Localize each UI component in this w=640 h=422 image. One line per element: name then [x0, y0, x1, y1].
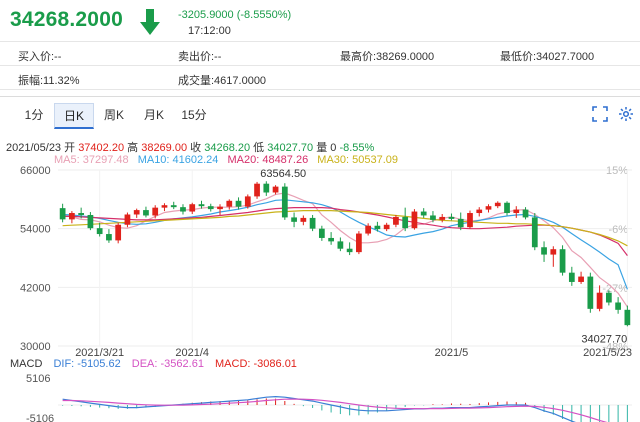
- candle-body: [272, 186, 279, 193]
- candle-body: [235, 200, 242, 207]
- candle-body: [133, 210, 140, 215]
- y-tick-label: 30000: [20, 341, 51, 353]
- candle-body: [522, 209, 529, 218]
- macd-tick-label: -5106: [26, 413, 54, 422]
- macd-value: MACD: -3086.01: [215, 358, 297, 370]
- candle-body: [578, 276, 584, 282]
- candle-body: [596, 292, 603, 309]
- candle-body: [78, 213, 85, 215]
- candle-body: [615, 302, 621, 310]
- candle-body: [96, 228, 103, 235]
- dif-value: DIF: -5105.62: [53, 358, 121, 370]
- candle-body: [439, 216, 446, 220]
- candle-body: [198, 204, 205, 207]
- y-tick-label: 54000: [20, 224, 51, 236]
- candle-body: [59, 208, 66, 220]
- dea-value: DEA: -3562.61: [131, 358, 204, 370]
- candle-body: [328, 237, 334, 242]
- candle-body: [494, 202, 501, 207]
- candle-body: [476, 209, 483, 214]
- candle-body: [170, 205, 177, 208]
- candle-body: [374, 225, 381, 230]
- y-tick-label: 42000: [20, 282, 51, 294]
- x-tick-label: 2021/5: [435, 347, 469, 359]
- candle-body: [457, 218, 464, 228]
- candle-body: [106, 234, 112, 241]
- candle-body: [624, 309, 631, 326]
- candle-body: [568, 272, 575, 282]
- pct-tick-label: -6%: [608, 224, 628, 236]
- y-tick-label: 66000: [20, 165, 51, 177]
- candle-body: [263, 183, 270, 193]
- candle-body: [559, 249, 566, 273]
- dif-line: [62, 395, 576, 422]
- candle-body: [226, 200, 233, 207]
- x-tick-label: 2021/5/23: [583, 347, 632, 359]
- candle-body: [402, 216, 409, 229]
- candle-body: [161, 205, 168, 208]
- candle-body: [448, 216, 455, 219]
- candle-body: [254, 183, 260, 197]
- candle-body: [504, 202, 510, 214]
- candle-body: [411, 211, 418, 229]
- candle-body: [605, 292, 612, 303]
- candle-body: [115, 224, 122, 241]
- macd-tick-label: 5106: [26, 373, 50, 385]
- candle-body: [124, 214, 131, 225]
- candle-body: [318, 228, 325, 238]
- macd-label: MACD: [10, 358, 43, 370]
- candle-body: [300, 217, 307, 222]
- candle-body: [365, 225, 372, 234]
- candle-body: [337, 241, 344, 249]
- candle-body: [143, 210, 149, 216]
- candle-body: [587, 276, 594, 309]
- candle-body: [309, 217, 316, 229]
- candle-body: [550, 249, 557, 255]
- candle-body: [485, 206, 492, 210]
- candle-body: [356, 233, 362, 253]
- candle-body: [291, 217, 297, 222]
- candle-body: [383, 224, 390, 230]
- candle-body: [420, 211, 427, 216]
- candle-body: [180, 207, 186, 212]
- min-annotation: 34027.70: [581, 333, 627, 345]
- max-annotation: 63564.50: [260, 168, 306, 180]
- candle-body: [467, 213, 473, 228]
- candle-body: [207, 206, 214, 210]
- candle-body: [189, 204, 196, 212]
- candle-body: [393, 216, 399, 225]
- candle-body: [152, 207, 159, 216]
- candle-body: [69, 213, 75, 220]
- candle-body: [87, 214, 94, 229]
- candle-body: [531, 217, 538, 248]
- candle-body: [430, 215, 436, 220]
- candle-body: [244, 196, 251, 207]
- macd-readout: MACD DIF: -5105.62 DEA: -3562.61 MACD: -…: [10, 358, 305, 370]
- pct-tick-label: 15%: [606, 165, 628, 177]
- quote-page: 34268.2000 -3205.9000 (-8.5550%) 17:12:0…: [0, 0, 640, 422]
- candle-body: [281, 186, 288, 218]
- candle-body: [346, 248, 353, 253]
- candle-body: [541, 247, 547, 255]
- candle-body: [217, 206, 223, 210]
- candle-body: [513, 209, 520, 214]
